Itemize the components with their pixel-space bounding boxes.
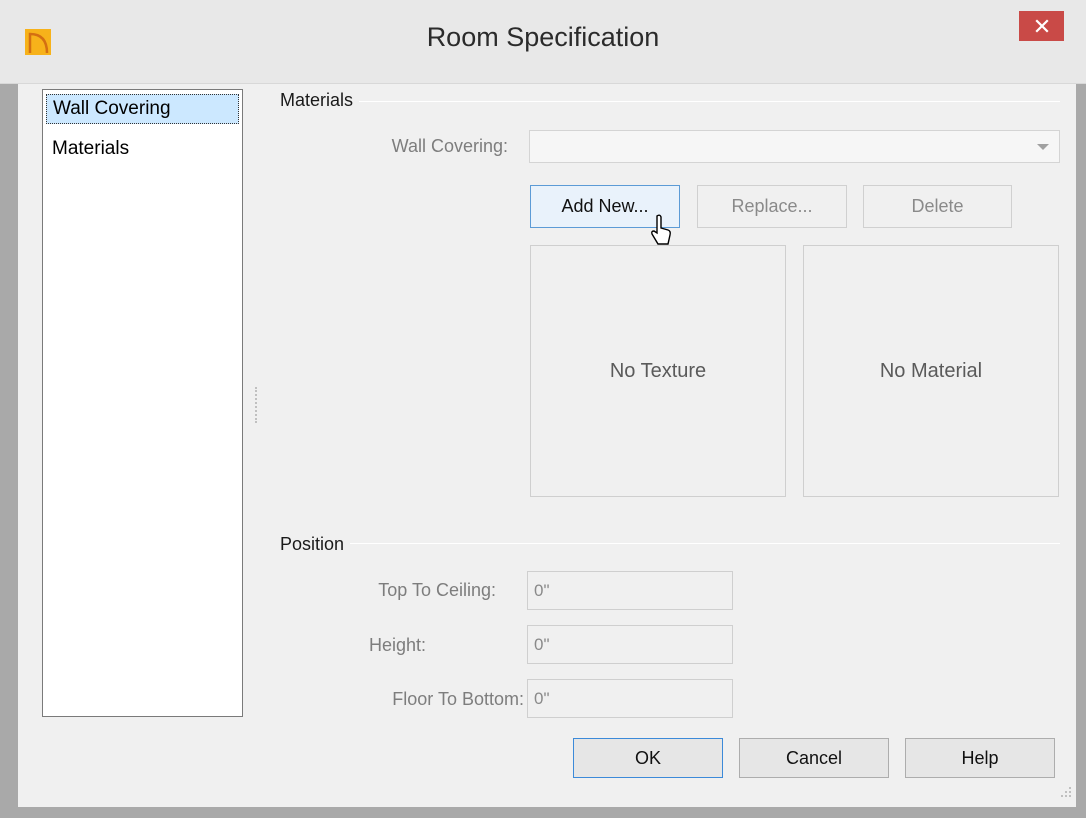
floor-to-bottom-input[interactable]: 0" [527,679,733,718]
mouse-pointer-icon [651,214,671,245]
replace-button[interactable]: Replace... [697,185,847,228]
dialog-client-area: Wall Covering Materials Materials Wall C… [18,84,1076,807]
material-preview: No Material [803,245,1059,497]
height-input[interactable]: 0" [527,625,733,664]
top-to-ceiling-input[interactable]: 0" [527,571,733,610]
chevron-down-icon [1037,144,1049,150]
position-group-divider [280,543,1060,544]
close-icon [1034,19,1049,33]
wall-covering-label: Wall Covering: [391,136,508,156]
materials-group-divider [280,101,1060,102]
floor-to-bottom-label: Floor To Bottom: [392,689,524,709]
texture-preview: No Texture [530,245,786,497]
window-title: Room Specification [426,22,660,52]
category-item-materials[interactable]: Materials [46,135,239,165]
wall-covering-dropdown[interactable] [529,130,1060,163]
height-label: Height: [368,635,426,655]
materials-group-title: Materials [280,90,360,111]
title-bar[interactable]: Room Specification [0,0,1086,84]
top-to-ceiling-label: Top To Ceiling: [378,580,496,600]
ok-button[interactable]: OK [573,738,723,778]
resize-grip-icon[interactable] [1058,784,1072,798]
category-item-wall-covering[interactable]: Wall Covering [46,94,239,124]
panel-splitter[interactable] [255,387,257,423]
category-list[interactable]: Wall Covering Materials [42,89,243,717]
cancel-button[interactable]: Cancel [739,738,889,778]
room-specification-window: Room Specification Wall Covering Materia… [0,0,1086,818]
close-button[interactable] [1019,11,1064,41]
help-button[interactable]: Help [905,738,1055,778]
position-group-title: Position [280,534,351,555]
delete-button[interactable]: Delete [863,185,1012,228]
